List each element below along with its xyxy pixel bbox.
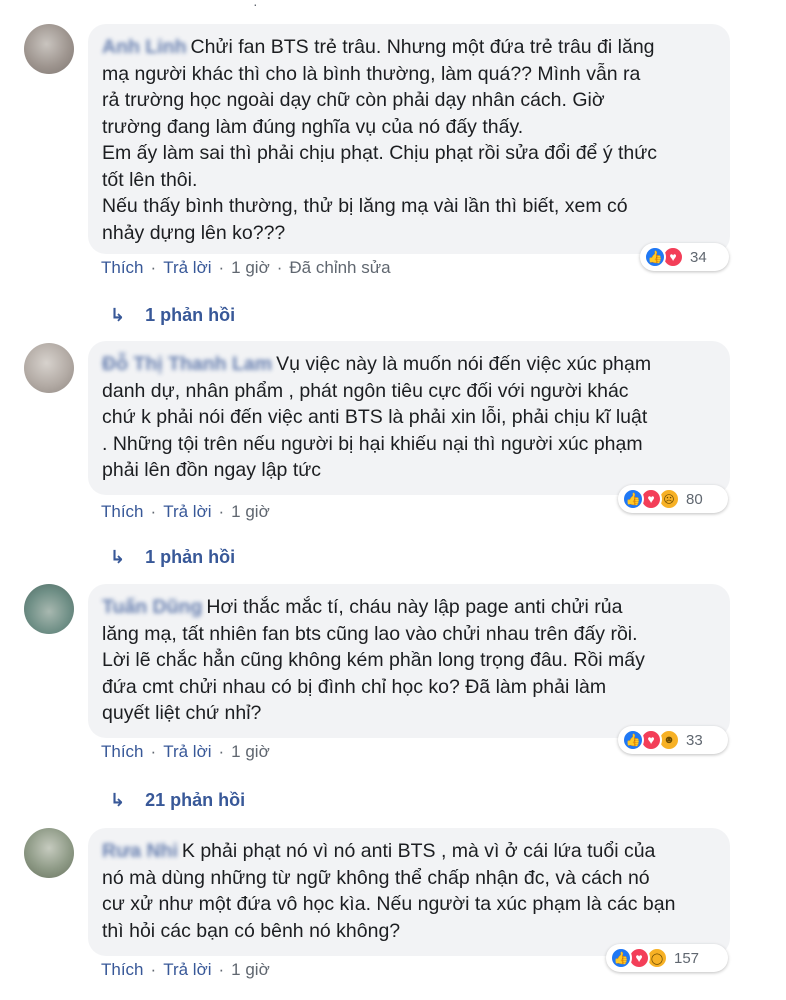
reaction-count: 157 [674,949,700,967]
comment-actions: Thích · Trả lời · 1 giờ · Đã chỉnh sửa [101,258,391,278]
edited-label[interactable]: Đã chỉnh sửa [289,258,390,278]
comment-text-line: đứa cmt chửi nhau có bị đình chỉ học ko?… [102,675,607,698]
reply-button[interactable]: Trả lời [163,502,211,522]
separator-dot: · [218,258,225,277]
comment-text-line: cư xử như một đứa vô học kìa. Nếu người … [102,893,676,915]
view-replies-link[interactable]: ↳ 1 phản hồi [110,305,235,326]
comment-text-line: thì hỏi các bạn có bênh nó không? [102,919,401,942]
replies-count[interactable]: 1 phản hồi [145,305,235,326]
separator-dot: · [218,742,225,761]
reaction-count: 33 [686,731,703,749]
comment-text-line: . Những tội trên nếu người bị hại khiếu … [102,432,643,455]
comment-text-line: chứ k phải nói đến việc anti BTS là phải… [102,406,648,428]
reaction-summary[interactable]: 👍 ♥ ◯ 157 [606,944,728,972]
comment-actions: Thích · Trả lời · 1 giờ [101,502,270,522]
comment-text-line: Hơi thắc mắc tí, cháu này lập page anti … [206,596,623,618]
view-replies-link[interactable]: ↳ 1 phản hồi [110,547,235,568]
comment-text-line: nó mà dùng những từ ngữ không thể chấp n… [102,866,650,889]
comment-text-line: Nếu thấy bình thường, thử bị lăng mạ vài… [102,195,628,217]
separator-dot: · [218,502,225,521]
reaction-count: 34 [690,248,707,266]
avatar[interactable] [24,584,74,634]
reply-arrow-icon: ↳ [110,790,126,810]
reply-arrow-icon: ↳ [110,305,126,325]
like-icon: 👍 [622,729,644,751]
replies-count[interactable]: 1 phản hồi [145,547,235,568]
comment-bubble: Đỗ Thị Thanh Lam Vụ việc này là muốn nói … [88,341,730,495]
comment-text-line: Lời lẽ chắc hẳn cũng không kém phần long… [102,649,645,671]
comment-text-line: phải lên đồn ngay lập tức [102,459,322,481]
reply-button[interactable]: Trả lời [163,960,211,980]
reaction-count: 80 [686,490,703,508]
like-button[interactable]: Thích [101,742,144,762]
comment-text-line: Chửi fan BTS trẻ trâu. Nhưng một đứa trẻ… [190,36,655,58]
avatar[interactable] [24,828,74,878]
author-name[interactable]: Anh Linh [102,36,186,58]
like-button[interactable]: Thích [101,258,144,278]
reaction-summary[interactable]: 👍 ♥ 34 [640,243,729,271]
comment-bubble: Tuấn Dũng Hơi thắc mắc tí, cháu này lập p… [88,584,730,738]
comment-actions: Thích · Trả lời · 1 giờ [101,742,270,762]
view-replies-link[interactable]: ↳ 21 phản hồi [110,790,245,811]
comment-text-line: Vụ việc này là muốn nói đến việc xúc phạ… [276,353,652,375]
separator-dot: · [150,502,157,521]
separator-dot: · [150,960,157,979]
like-icon: 👍 [610,947,632,969]
reaction-summary[interactable]: 👍 ♥ ☹ 80 [618,485,728,513]
comment-text-line: Em ấy làm sai thì phải chịu phạt. Chịu p… [102,142,658,164]
reply-button[interactable]: Trả lời [163,742,211,762]
separator-dot: · [276,258,283,277]
timestamp[interactable]: 1 giờ [231,258,270,278]
like-icon: 👍 [622,488,644,510]
comment-text-line: lăng mạ, tất nhiên fan bts cũng lao vào … [102,622,638,645]
separator-dot: · [150,258,157,277]
like-icon: 👍 [644,246,666,268]
reply-button[interactable]: Trả lời [163,258,211,278]
separator-dot: · [150,742,157,761]
replies-count[interactable]: 21 phản hồi [145,790,245,811]
timestamp[interactable]: 1 giờ [231,502,270,522]
timestamp[interactable]: 1 giờ [231,960,270,980]
reaction-summary[interactable]: 👍 ♥ ☻ 33 [618,726,728,754]
comment-text-line: trường đang làm đúng nghĩa vụ của nó đấy… [102,115,524,138]
comment-text-line: quyết liệt chứ nhỉ? [102,702,262,724]
comment-text-line: K phải phạt nó vì nó anti BTS , mà vì ở … [181,840,656,862]
author-name[interactable]: Tuấn Dũng [102,596,202,618]
comment-actions: Thích · Trả lời · 1 giờ [101,960,270,980]
avatar[interactable] [24,24,74,74]
comment-text-line: mạ người khác thì cho là bình thường, là… [102,62,641,85]
separator-dot: · [218,960,225,979]
top-separator: · [253,0,258,12]
like-button[interactable]: Thích [101,502,144,522]
comment-bubble: Anh Linh Chửi fan BTS trẻ trâu. Nhưng một… [88,24,730,254]
comment-text-line: danh dự, nhân phẩm , phát ngôn tiêu cực … [102,379,629,402]
author-name[interactable]: Đỗ Thị Thanh Lam [102,353,272,375]
reply-arrow-icon: ↳ [110,547,126,567]
author-name[interactable]: Rưa Nhi [102,840,178,862]
like-button[interactable]: Thích [101,960,144,980]
comment-bubble: Rưa Nhi K phải phạt nó vì nó anti BTS , m… [88,828,730,956]
avatar[interactable] [24,343,74,393]
comment-text-line: rả trường học ngoài dạy chữ còn phải dạy… [102,89,605,111]
comment-text-line: nhảy dựng lên ko??? [102,221,286,244]
timestamp[interactable]: 1 giờ [231,742,270,762]
comment-text-line: tốt lên thôi. [102,168,198,191]
